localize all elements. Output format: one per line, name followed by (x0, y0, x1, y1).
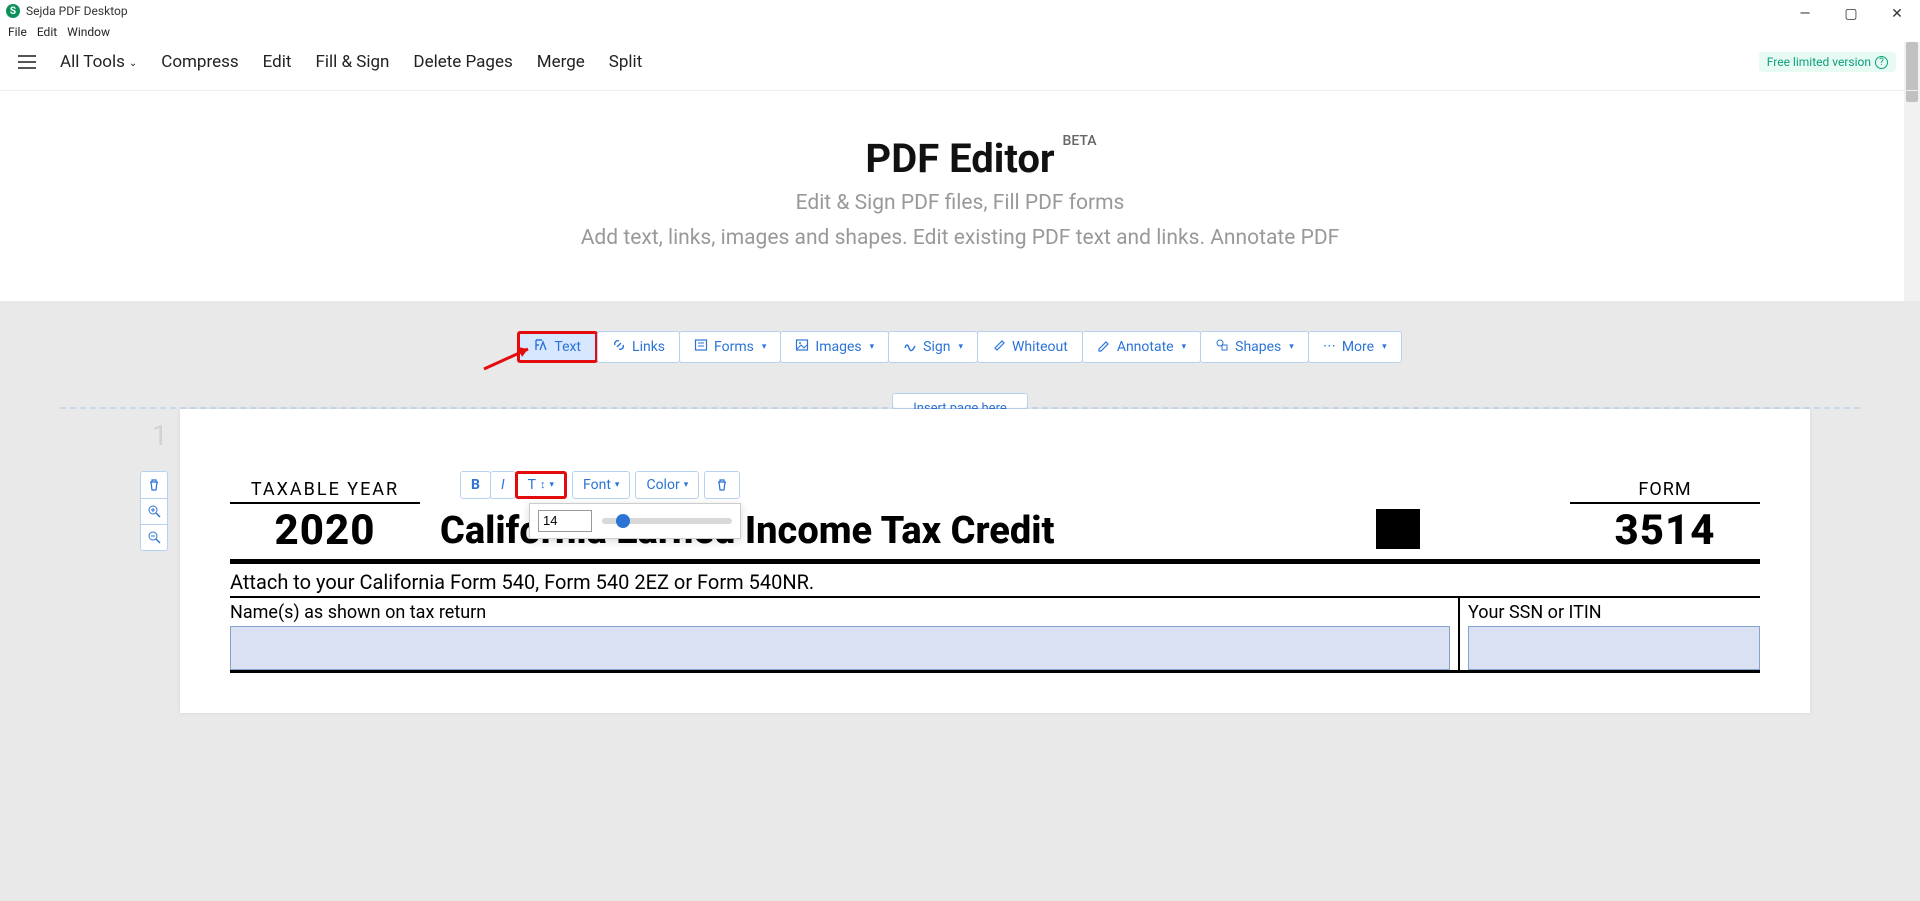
caret-down-icon: ▾ (958, 342, 963, 352)
caret-down-icon: ▾ (684, 480, 689, 490)
font-size-icon: T (528, 477, 536, 493)
font-label: Font (583, 477, 611, 493)
nav-all-tools[interactable]: All Tools ⌄ (60, 52, 137, 72)
text-icon (534, 338, 548, 356)
color-label: Color (646, 477, 679, 493)
insert-page-button[interactable]: Insert page here (892, 393, 1028, 409)
trash-icon (715, 478, 729, 492)
tool-links-label: Links (632, 339, 665, 355)
taxable-year-value: 2020 (230, 506, 420, 555)
tool-links[interactable]: Links (597, 331, 680, 363)
page-heading: PDF Editor BETA (865, 135, 1054, 182)
color-button[interactable]: Color ▾ (635, 471, 699, 499)
tool-whiteout[interactable]: Whiteout (977, 331, 1083, 363)
tool-more[interactable]: ⋯ More ▾ (1308, 331, 1402, 363)
help-icon: ? (1875, 56, 1888, 69)
tool-annotate[interactable]: Annotate ▾ (1082, 331, 1201, 363)
menu-file[interactable]: File (8, 25, 27, 39)
tool-whiteout-label: Whiteout (1012, 339, 1068, 355)
nav-split[interactable]: Split (609, 52, 642, 72)
delete-text-button[interactable] (704, 471, 740, 499)
pdf-page: TAXABLE YEAR 2020 California Earned Inco… (180, 409, 1810, 713)
free-version-badge[interactable]: Free limited version ? (1759, 52, 1896, 72)
black-box-icon (1376, 509, 1420, 549)
caret-down-icon: ▾ (1182, 342, 1187, 352)
nav-fill-sign[interactable]: Fill & Sign (315, 52, 389, 72)
link-icon (612, 338, 626, 356)
updown-icon: ↕ (540, 478, 546, 491)
bold-label: B (471, 477, 480, 493)
page-side-tools (140, 471, 168, 551)
ssn-field-input[interactable] (1468, 626, 1760, 670)
beta-badge: BETA (1063, 133, 1097, 149)
page-number: 1 (152, 419, 168, 452)
font-size-button[interactable]: T ↕ ▾ (515, 471, 567, 499)
taxable-year-label: TAXABLE YEAR (230, 479, 420, 504)
free-version-label: Free limited version (1767, 55, 1871, 69)
font-size-input[interactable] (538, 510, 592, 532)
delete-page-icon[interactable] (141, 472, 167, 498)
slider-thumb[interactable] (616, 514, 630, 528)
caret-down-icon: ▾ (1289, 342, 1294, 352)
tool-forms-label: Forms (714, 339, 754, 355)
close-window-button[interactable]: ✕ (1874, 0, 1920, 28)
tool-forms[interactable]: Forms ▾ (679, 331, 781, 363)
tool-images[interactable]: Images ▾ (780, 331, 889, 363)
name-field-label: Name(s) as shown on tax return (230, 602, 1450, 623)
nav-delete-pages[interactable]: Delete Pages (413, 52, 512, 72)
caret-down-icon: ▾ (762, 342, 767, 352)
caret-down-icon: ▾ (1382, 342, 1387, 352)
app-icon: S (6, 4, 20, 18)
hamburger-icon[interactable] (18, 55, 36, 69)
menu-edit[interactable]: Edit (37, 25, 57, 39)
font-button[interactable]: Font ▾ (572, 471, 630, 499)
window-title: Sejda PDF Desktop (26, 4, 128, 18)
tool-shapes-label: Shapes (1235, 339, 1281, 355)
whiteout-icon (992, 338, 1006, 356)
nav-all-tools-label: All Tools (60, 52, 125, 72)
zoom-in-icon[interactable] (141, 498, 167, 524)
tool-sign-label: Sign (923, 339, 950, 355)
tool-text-label: Text (554, 339, 581, 355)
divider (230, 670, 1760, 673)
annotate-icon (1097, 338, 1111, 356)
name-field-input[interactable] (230, 626, 1450, 670)
caret-down-icon: ▾ (615, 480, 620, 490)
shapes-icon (1215, 338, 1229, 356)
font-size-slider[interactable] (602, 518, 732, 524)
tool-images-label: Images (815, 339, 861, 355)
page-subtitle-2: Add text, links, images and shapes. Edit… (0, 225, 1920, 252)
image-icon (795, 338, 809, 356)
menu-window[interactable]: Window (67, 25, 110, 39)
font-size-popover (529, 503, 741, 539)
nav-merge[interactable]: Merge (537, 52, 585, 72)
tool-shapes[interactable]: Shapes ▾ (1200, 331, 1309, 363)
form-number: 3514 (1570, 506, 1760, 555)
maximize-button[interactable]: ▢ (1828, 0, 1874, 28)
text-format-toolbar: B I T ↕ ▾ Font ▾ Color ▾ (460, 471, 740, 499)
page-heading-text: PDF Editor (865, 135, 1054, 182)
nav-edit[interactable]: Edit (263, 52, 292, 72)
zoom-out-icon[interactable] (141, 524, 167, 550)
sign-icon (903, 338, 917, 356)
nav-compress[interactable]: Compress (161, 52, 238, 72)
italic-label: I (501, 477, 505, 493)
chevron-down-icon: ⌄ (129, 58, 137, 69)
form-label: FORM (1570, 479, 1760, 504)
minimize-button[interactable]: — (1782, 0, 1828, 28)
caret-down-icon: ▾ (550, 480, 555, 490)
tool-sign[interactable]: Sign ▾ (888, 331, 978, 363)
tool-text[interactable]: Text (517, 331, 598, 363)
tool-annotate-label: Annotate (1117, 339, 1174, 355)
editor-toolbar: Text Links Forms ▾ Images ▾ Sign (0, 331, 1920, 363)
ssn-field-label: Your SSN or ITIN (1468, 602, 1760, 623)
italic-button[interactable]: I (490, 471, 516, 499)
more-icon: ⋯ (1323, 339, 1336, 354)
tool-more-label: More (1342, 339, 1374, 355)
page-subtitle-1: Edit & Sign PDF files, Fill PDF forms (0, 190, 1920, 217)
caret-down-icon: ▾ (870, 342, 875, 352)
attach-instructions: Attach to your California Form 540, Form… (230, 564, 1760, 598)
bold-button[interactable]: B (460, 471, 491, 499)
forms-icon (694, 338, 708, 356)
